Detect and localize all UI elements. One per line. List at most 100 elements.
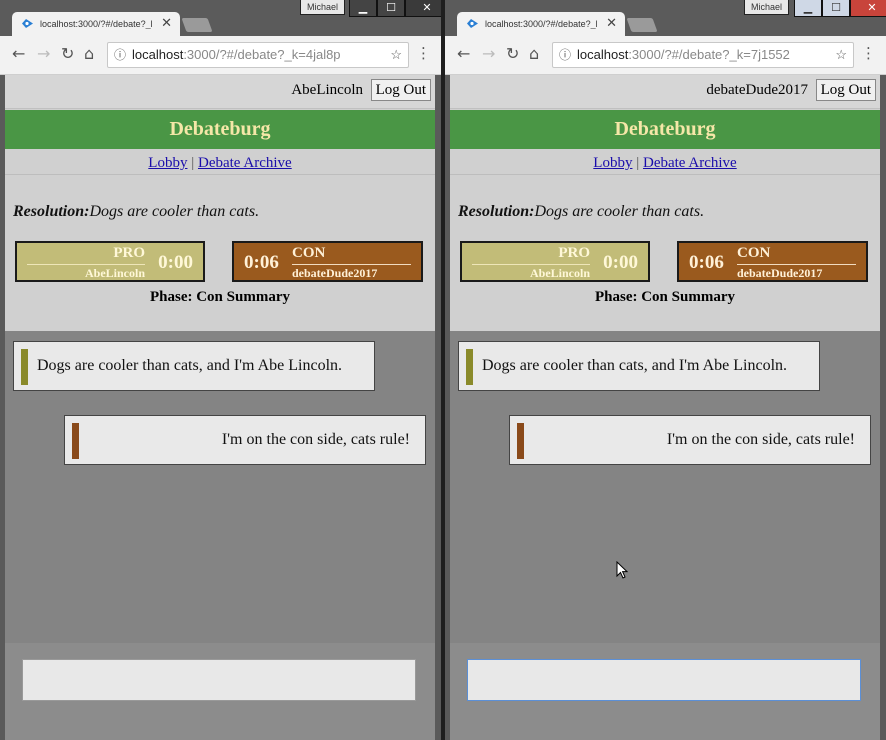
profile-button[interactable]: Michael: [300, 0, 346, 15]
maximize-icon[interactable]: ☐: [822, 0, 850, 17]
favicon-icon: [22, 19, 33, 28]
address-bar[interactable]: ⓘ localhost:3000/?#/debate?_k=4jal8p ☆: [107, 42, 409, 68]
browser-tab[interactable]: localhost:3000/?#/debate?_k= ✕: [12, 12, 180, 36]
pro-message: Dogs are cooler than cats, and I'm Abe L…: [13, 341, 375, 391]
resolution-label: Resolution:: [13, 203, 90, 220]
mouse-cursor-icon: [616, 561, 628, 579]
resolution: Resolution:Dogs are cooler than cats.: [13, 203, 259, 221]
forward-icon[interactable]: →: [482, 44, 495, 63]
home-icon[interactable]: ⌂: [529, 44, 539, 63]
phase-label: Phase: Con Summary: [149, 289, 290, 305]
info-icon[interactable]: ⓘ: [559, 43, 571, 67]
pro-marker: [466, 349, 473, 385]
site-title: Debateburg: [5, 110, 435, 149]
con-marker: [517, 423, 524, 459]
minimize-icon[interactable]: ▁: [794, 0, 822, 17]
tab-title: localhost:3000/?#/debate?_k=: [485, 19, 597, 29]
star-icon[interactable]: ☆: [835, 43, 847, 67]
logout-button[interactable]: Log Out: [815, 79, 876, 101]
con-timer: 0:06: [244, 252, 279, 273]
tab-close-icon[interactable]: ✕: [161, 15, 172, 31]
con-label: CON: [292, 245, 326, 261]
browser-tab[interactable]: localhost:3000/?#/debate?_k= ✕: [457, 12, 625, 36]
con-debater-name: debateDude2017: [737, 266, 823, 280]
pro-label: PRO: [558, 245, 590, 261]
new-tab-button[interactable]: [181, 18, 213, 32]
input-area: [450, 643, 880, 740]
message-input[interactable]: [467, 659, 861, 701]
home-icon[interactable]: ⌂: [84, 44, 94, 63]
con-label: CON: [737, 245, 771, 261]
message-input[interactable]: [22, 659, 416, 701]
pro-divider: [472, 264, 590, 265]
menu-icon[interactable]: ⋮: [861, 44, 876, 62]
pro-debater-name: AbeLincoln: [529, 266, 590, 280]
new-tab-button[interactable]: [626, 18, 658, 32]
logout-button[interactable]: Log Out: [370, 79, 431, 101]
con-debater-name: debateDude2017: [292, 266, 378, 280]
reload-icon[interactable]: ↻: [61, 44, 74, 63]
user-bar: AbeLincoln Log Out: [5, 75, 435, 109]
lobby-link[interactable]: Lobby: [593, 155, 632, 171]
pro-timer: 0:00: [603, 252, 638, 273]
address-bar[interactable]: ⓘ localhost:3000/?#/debate?_k=7j1552 ☆: [552, 42, 854, 68]
pro-label: PRO: [113, 245, 145, 261]
message-text: I'm on the con side, cats rule!: [666, 431, 855, 448]
user-bar: debateDude2017 Log Out: [450, 75, 880, 109]
pro-timer: 0:00: [158, 252, 193, 273]
profile-button[interactable]: Michael: [744, 0, 790, 15]
tab-title: localhost:3000/?#/debate?_k=: [40, 19, 152, 29]
maximize-icon[interactable]: ☐: [377, 0, 405, 17]
con-divider: [737, 264, 856, 265]
resolution: Resolution:Dogs are cooler than cats.: [458, 203, 704, 221]
reload-icon[interactable]: ↻: [506, 44, 519, 63]
page-content: AbeLincoln Log Out Debateburg Lobby | De…: [5, 75, 435, 740]
pro-timer-box: PRO AbeLincoln 0:00: [460, 241, 650, 282]
con-divider: [292, 264, 411, 265]
window-controls: ▁ ☐ ✕: [349, 0, 441, 17]
con-message: I'm on the con side, cats rule!: [509, 415, 871, 465]
message-text: I'm on the con side, cats rule!: [221, 431, 410, 448]
debate-archive-link[interactable]: Debate Archive: [198, 155, 292, 171]
message-area[interactable]: Dogs are cooler than cats, and I'm Abe L…: [450, 331, 880, 643]
star-icon[interactable]: ☆: [390, 43, 402, 67]
message-area[interactable]: Dogs are cooler than cats, and I'm Abe L…: [5, 331, 435, 643]
browser-window-left: localhost:3000/?#/debate?_k= ✕ Michael ▁…: [0, 0, 441, 740]
pro-divider: [27, 264, 145, 265]
site-nav: Lobby | Debate Archive: [450, 155, 880, 172]
resolution-text: Dogs are cooler than cats.: [89, 203, 260, 220]
title-bar: localhost:3000/?#/debate?_k= ✕ Michael ▁…: [0, 0, 441, 36]
pro-message: Dogs are cooler than cats, and I'm Abe L…: [458, 341, 820, 391]
username: AbeLincoln: [291, 82, 363, 98]
con-message: I'm on the con side, cats rule!: [64, 415, 426, 465]
back-icon[interactable]: ←: [12, 44, 25, 63]
window-close-icon[interactable]: ✕: [850, 0, 886, 17]
lobby-link[interactable]: Lobby: [148, 155, 187, 171]
site-nav: Lobby | Debate Archive: [5, 155, 435, 172]
browser-toolbar: ← → ↻ ⌂ ⓘ localhost:3000/?#/debate?_k=4j…: [0, 36, 441, 75]
url-path: :3000/?#/debate?_k=4jal8p: [183, 47, 341, 62]
nav-separator: |: [191, 155, 195, 171]
menu-icon[interactable]: ⋮: [416, 44, 431, 62]
phase-label: Phase: Con Summary: [594, 289, 735, 305]
pro-marker: [21, 349, 28, 385]
url-text: localhost:3000/?#/debate?_k=4jal8p: [132, 43, 341, 67]
site-title: Debateburg: [450, 110, 880, 149]
minimize-icon[interactable]: ▁: [349, 0, 377, 17]
url-text: localhost:3000/?#/debate?_k=7j1552: [577, 43, 790, 67]
con-marker: [72, 423, 79, 459]
browser-window-right: localhost:3000/?#/debate?_k= ✕ Michael ▁…: [445, 0, 886, 740]
divider: [450, 174, 880, 175]
pro-debater-name: AbeLincoln: [84, 266, 145, 280]
nav-separator: |: [636, 155, 640, 171]
debate-archive-link[interactable]: Debate Archive: [643, 155, 737, 171]
back-icon[interactable]: ←: [457, 44, 470, 63]
con-timer: 0:06: [689, 252, 724, 273]
title-bar: localhost:3000/?#/debate?_k= ✕ Michael ▁…: [445, 0, 886, 36]
forward-icon[interactable]: →: [37, 44, 50, 63]
url-host: localhost: [577, 47, 629, 62]
tab-close-icon[interactable]: ✕: [606, 15, 617, 31]
info-icon[interactable]: ⓘ: [114, 43, 126, 67]
window-close-icon[interactable]: ✕: [405, 0, 441, 17]
con-timer-box: 0:06 CON debateDude2017: [232, 241, 423, 282]
